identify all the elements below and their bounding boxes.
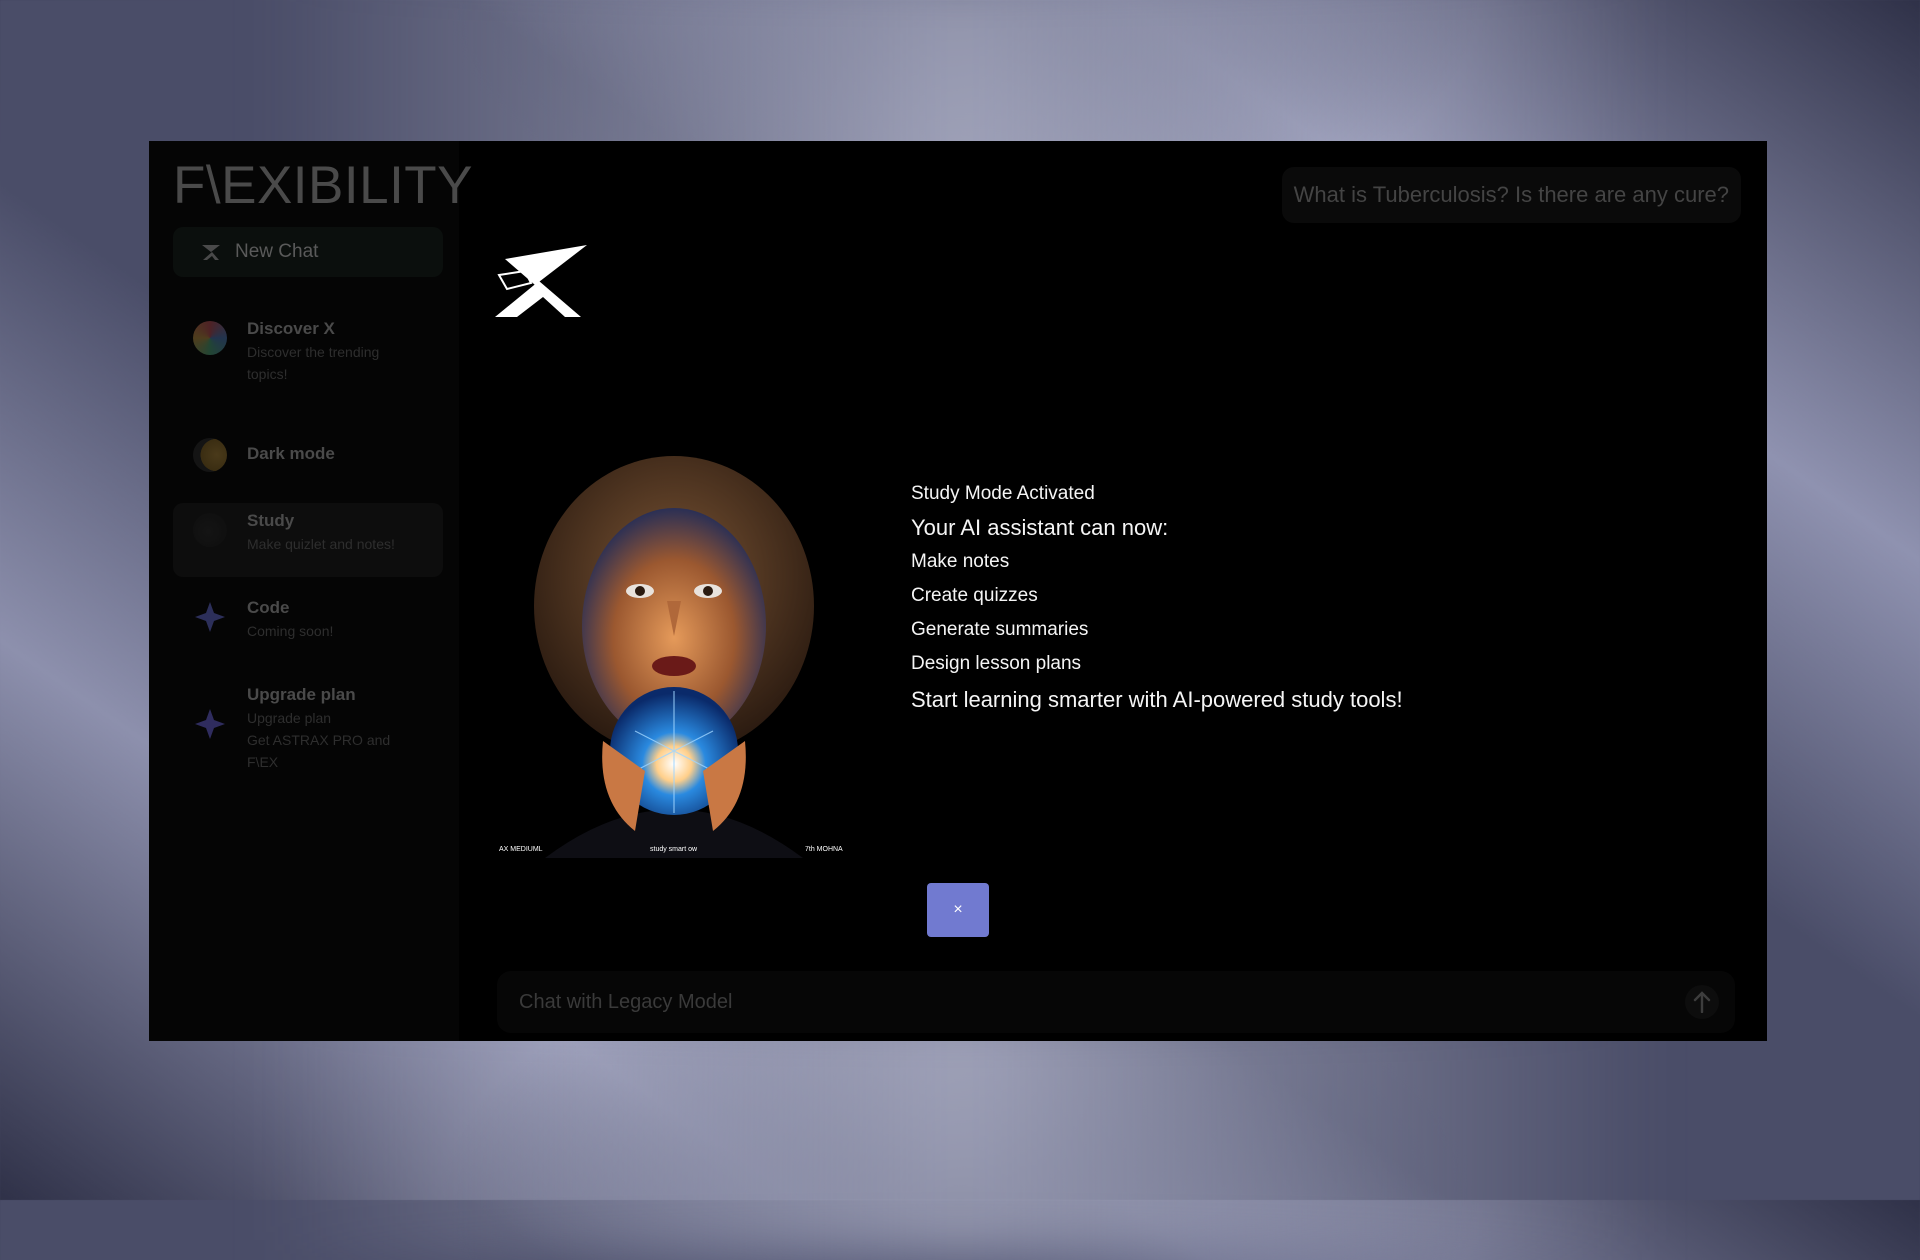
sidebar-item-title: Discover X <box>247 319 335 338</box>
study-mode-panel: Study Mode Activated Your AI assistant c… <box>911 483 1403 713</box>
sidebar-item-upgrade-plan[interactable]: Upgrade plan Upgrade plan Get ASTRAX PRO… <box>173 677 443 775</box>
sidebar: F\EXIBILITY New Chat Discover X Discover… <box>149 141 473 1041</box>
poster-caption-right: 7th MOHNA <box>805 846 843 853</box>
sidebar-item-code[interactable]: Code Coming soon! <box>173 590 443 658</box>
poster-caption-center: study smart ow <box>650 846 698 853</box>
send-arrow-icon <box>1693 991 1711 1013</box>
chat-input[interactable] <box>517 989 1621 1015</box>
sidebar-item-discover[interactable]: Discover X Discover the trending topics! <box>173 311 443 391</box>
previous-query-bubble[interactable]: What is Tuberculosis? Is there are any c… <box>1281 167 1741 223</box>
x-logo-icon <box>495 245 587 317</box>
sidebar-item-subtitle: Upgrade plan Get ASTRAX PRO and F\EX <box>247 710 391 770</box>
orb-icon <box>193 321 227 355</box>
feature-item: Create quizzes <box>911 585 1038 606</box>
new-chat-label: New Chat <box>235 241 319 262</box>
sidebar-item-subtitle: Make quizlet and notes! <box>247 536 395 552</box>
study-mode-poster: AX MEDIUML study smart ow 7th MOHNA <box>485 441 863 858</box>
study-mode-heading: Your AI assistant can now: <box>911 515 1169 540</box>
brand-title: F\EXIBILITY <box>173 156 474 215</box>
sparkle-icon <box>195 602 225 632</box>
sparkle-icon <box>195 709 225 739</box>
close-modal-button[interactable]: × <box>927 883 989 937</box>
moon-icon <box>193 438 227 472</box>
chat-input-bar <box>497 971 1735 1033</box>
feature-item: Make notes <box>911 551 1010 572</box>
sidebar-item-title: Study <box>247 511 295 530</box>
new-chat-button[interactable]: New Chat <box>173 227 443 277</box>
study-mode-footer: Start learning smarter with AI-powered s… <box>911 687 1403 712</box>
apple-icon <box>193 513 227 547</box>
x-logo-icon <box>202 245 220 260</box>
poster-caption-left: AX MEDIUML <box>499 846 543 853</box>
sidebar-item-title: Code <box>247 598 290 617</box>
study-mode-title: Study Mode Activated <box>911 483 1095 504</box>
sidebar-item-subtitle: Discover the trending topics! <box>247 344 380 382</box>
poster-illustration: AX MEDIUML study smart ow 7th MOHNA <box>499 456 843 858</box>
sidebar-item-study[interactable]: Study Make quizlet and notes! <box>173 503 443 577</box>
sidebar-item-subtitle: Coming soon! <box>247 623 334 639</box>
app-window: F\EXIBILITY New Chat Discover X Discover… <box>149 141 1767 1041</box>
feature-item: Generate summaries <box>911 619 1089 640</box>
sidebar-item-title: Dark mode <box>247 444 335 463</box>
sidebar-item-dark-mode[interactable]: Dark mode <box>173 428 443 484</box>
send-button[interactable] <box>1685 985 1719 1019</box>
sidebar-item-title: Upgrade plan <box>247 685 356 704</box>
feature-item: Design lesson plans <box>911 653 1082 674</box>
